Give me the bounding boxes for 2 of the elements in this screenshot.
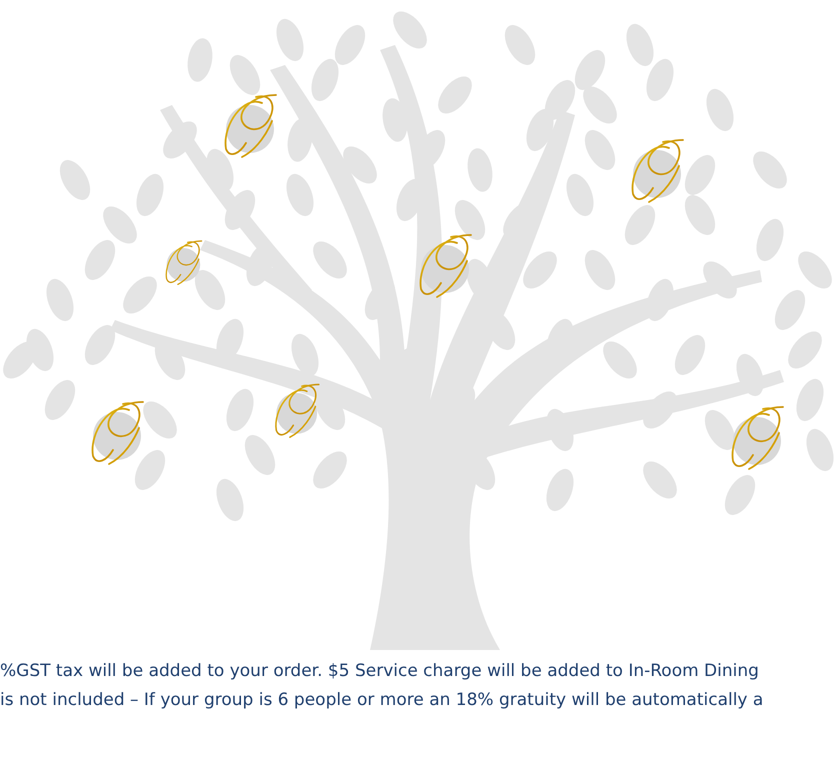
notice-text: %GST tax will be added to your order. $5 Service charge will be added to In-Room Dining	[0, 660, 759, 683]
notice-text: is not included – If your group is 6 people or more an 18% gratuity will be automatically a	[0, 689, 764, 712]
